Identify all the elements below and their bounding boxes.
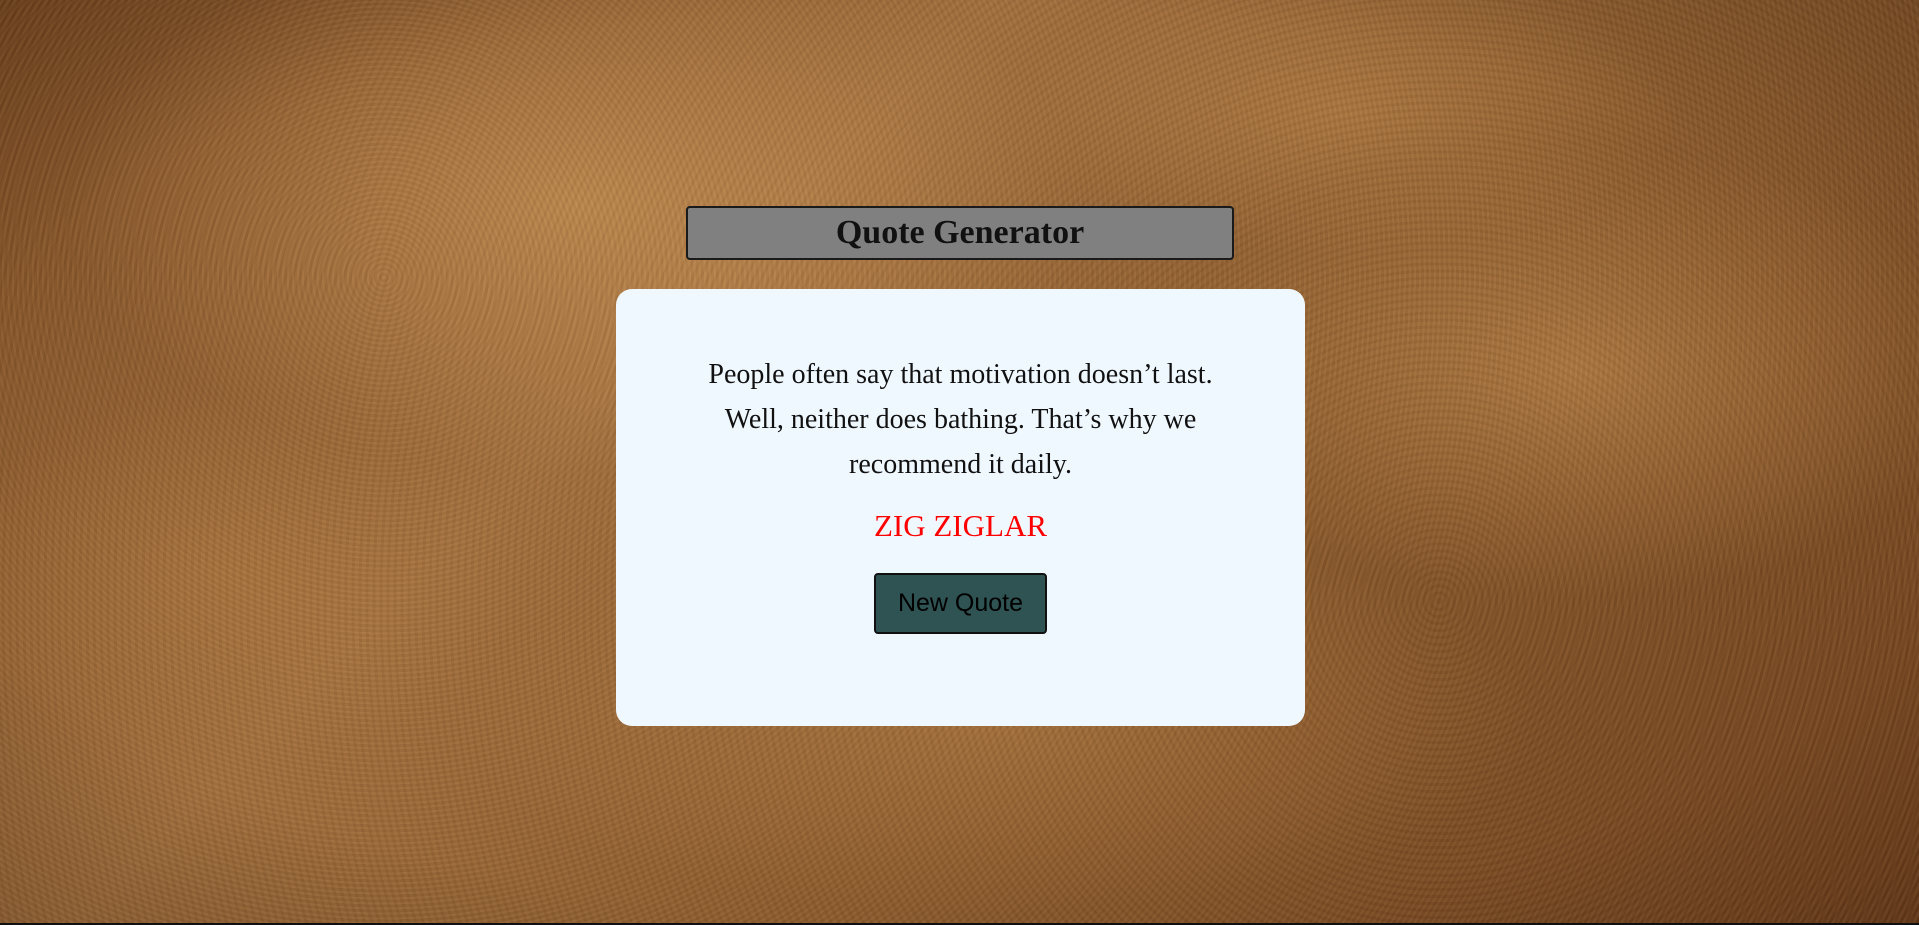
quote-author: ZIG ZIGLAR: [873, 508, 1048, 543]
quote-text: People often say that motivation doesn’t…: [708, 359, 1213, 480]
title-banner: Quote Generator: [686, 206, 1234, 260]
quote-card: People often say that motivation doesn’t…: [616, 289, 1305, 726]
page-title: Quote Generator: [835, 214, 1085, 251]
new-quote-button[interactable]: New Quote: [874, 573, 1047, 634]
